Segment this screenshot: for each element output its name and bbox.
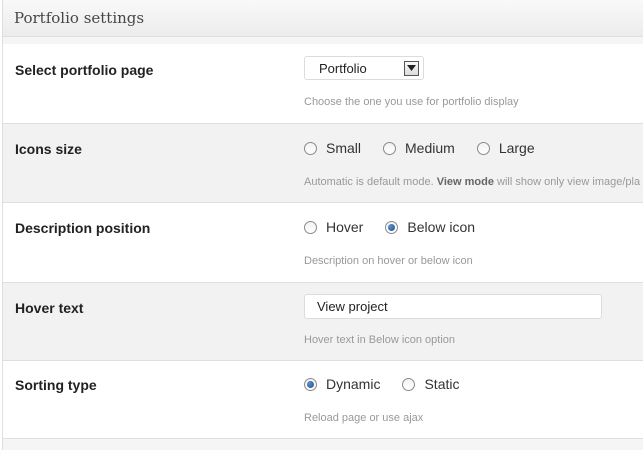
- portfolio-page-description: Choose the one you use for portfolio dis…: [304, 96, 519, 108]
- portfolio-settings-panel: Portfolio settings Select portfolio page…: [2, 0, 643, 450]
- radio-label: Large: [498, 140, 535, 156]
- radio-label: Small: [326, 140, 362, 156]
- description-text: will show only view image/pla: [493, 176, 641, 188]
- radio-button[interactable]: [304, 141, 317, 155]
- description-position-description: Description on hover or below icon: [304, 255, 473, 267]
- description-emphasis: View mode: [436, 176, 494, 188]
- hover-text-input[interactable]: View project: [304, 294, 602, 319]
- radio-label: Hover: [326, 219, 364, 235]
- hover-text-control: View project: [304, 294, 602, 319]
- portfolio-page-select[interactable]: Portfolio: [304, 56, 424, 80]
- description-position-option-below-icon[interactable]: Below icon: [385, 219, 475, 235]
- row-portfolio-page: Select portfolio page Portfolio Choose t…: [3, 44, 643, 124]
- sorting-type-option-dynamic[interactable]: Dynamic: [304, 376, 380, 392]
- description-text: Automatic is default mode.: [304, 176, 437, 188]
- radio-button[interactable]: [383, 141, 397, 155]
- sorting-type-label: Sorting type: [15, 377, 97, 393]
- radio-label: Static: [424, 376, 460, 392]
- icons-size-option-small[interactable]: Small: [304, 140, 361, 156]
- description-position-label: Description position: [15, 220, 151, 236]
- hover-text-description: Hover text in Below icon option: [304, 334, 456, 346]
- icons-size-description: Automatic is default mode. View mode wil…: [304, 176, 640, 188]
- radio-label: Medium: [405, 140, 455, 156]
- radio-button-checked[interactable]: [385, 220, 399, 234]
- row-hover-text: Hover text View project Hover text in Be…: [3, 283, 643, 361]
- radio-button[interactable]: [476, 141, 490, 155]
- icons-size-option-large[interactable]: Large: [476, 140, 535, 156]
- radio-button-checked[interactable]: [304, 377, 317, 391]
- row-icons-size: Icons size Small Medium Large Automatic …: [3, 124, 643, 203]
- chevron-down-icon[interactable]: [404, 60, 419, 76]
- description-position-option-hover[interactable]: Hover: [304, 219, 363, 235]
- icons-size-radio-group: Small Medium Large: [304, 140, 557, 156]
- sorting-type-option-static[interactable]: Static: [402, 376, 459, 392]
- portfolio-page-label: Select portfolio page: [15, 62, 154, 78]
- hover-text-label: Hover text: [15, 300, 84, 316]
- portfolio-page-select-value: Portfolio: [319, 60, 367, 76]
- portfolio-page-control: Portfolio: [304, 56, 424, 80]
- radio-label: Dynamic: [326, 376, 381, 392]
- radio-button[interactable]: [402, 377, 416, 391]
- row-sorting-type: Sorting type Dynamic Static Reload page …: [3, 361, 643, 439]
- radio-button[interactable]: [304, 220, 317, 234]
- panel-title: Portfolio settings: [3, 0, 643, 37]
- icons-size-label: Icons size: [15, 141, 82, 157]
- radio-label: Below icon: [407, 219, 476, 235]
- row-description-position: Description position Hover Below icon De…: [3, 203, 643, 283]
- icons-size-option-medium[interactable]: Medium: [383, 140, 455, 156]
- description-position-radio-group: Hover Below icon: [304, 219, 497, 235]
- sorting-type-radio-group: Dynamic Static: [304, 376, 481, 392]
- sorting-type-description: Reload page or use ajax: [304, 412, 424, 424]
